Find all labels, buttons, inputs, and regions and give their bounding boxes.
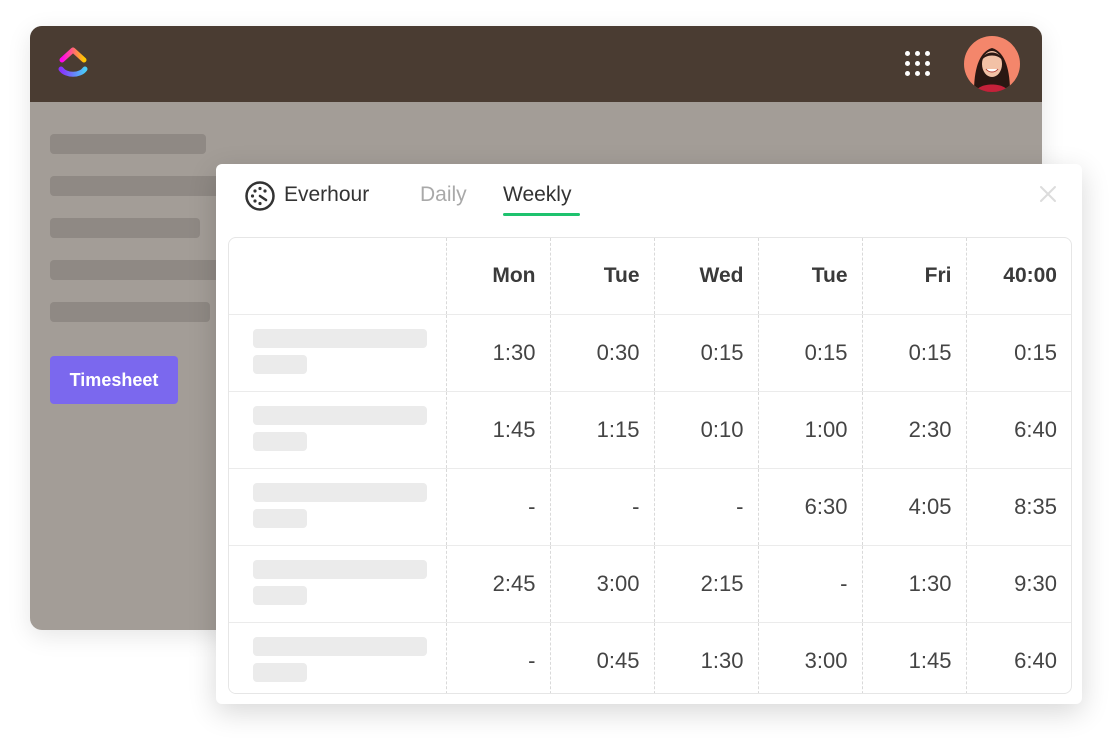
time-cell[interactable]: 1:30 <box>445 314 550 392</box>
total-cell: 8:35 <box>965 468 1071 546</box>
time-cell[interactable]: - <box>549 468 654 546</box>
app-header <box>30 26 1042 102</box>
timesheet-button[interactable]: Timesheet <box>50 356 178 404</box>
close-icon[interactable] <box>1036 182 1060 206</box>
time-cell[interactable]: 2:15 <box>653 545 758 623</box>
time-cell[interactable]: 1:15 <box>549 391 654 469</box>
table-row: - 0:45 1:30 3:00 1:45 6:40 <box>229 622 1071 693</box>
time-cell[interactable]: 1:45 <box>861 622 966 693</box>
time-cell[interactable]: 3:00 <box>549 545 654 623</box>
time-cell[interactable]: - <box>445 468 550 546</box>
time-cell[interactable]: 1:30 <box>861 545 966 623</box>
time-cell[interactable]: 2:45 <box>445 545 550 623</box>
time-cell[interactable]: - <box>445 622 550 693</box>
table-row: - - - 6:30 4:05 8:35 <box>229 468 1071 546</box>
time-cell[interactable]: 0:10 <box>653 391 758 469</box>
weekly-timesheet-table: Mon Tue Wed Tue Fri 40:00 1:30 0:30 0:15… <box>228 237 1072 694</box>
table-row: 1:45 1:15 0:10 1:00 2:30 6:40 <box>229 391 1071 469</box>
total-column-header: 40:00 <box>965 238 1071 315</box>
table-row: 2:45 3:00 2:15 - 1:30 9:30 <box>229 545 1071 623</box>
column-header: Tue <box>549 238 654 315</box>
time-cell[interactable]: - <box>757 545 862 623</box>
everhour-logo-icon <box>245 181 275 211</box>
task-cell[interactable] <box>229 622 446 693</box>
total-cell: 6:40 <box>965 391 1071 469</box>
time-cell[interactable]: 1:00 <box>757 391 862 469</box>
total-cell: 0:15 <box>965 314 1071 392</box>
time-cell[interactable]: 0:30 <box>549 314 654 392</box>
tab-daily[interactable]: Daily <box>420 183 467 207</box>
time-cell[interactable]: 0:15 <box>861 314 966 392</box>
column-header: Tue <box>757 238 862 315</box>
sidebar-placeholder <box>50 260 226 280</box>
tab-weekly[interactable]: Weekly <box>503 183 571 207</box>
column-header: Fri <box>861 238 966 315</box>
total-cell: 9:30 <box>965 545 1071 623</box>
clickup-logo-icon[interactable] <box>56 44 90 82</box>
everhour-panel: Everhour Daily Weekly Mon Tue Wed Tue Fr… <box>216 164 1082 704</box>
sidebar-placeholder <box>50 302 210 322</box>
time-cell[interactable]: - <box>653 468 758 546</box>
time-cell[interactable]: 2:30 <box>861 391 966 469</box>
time-cell[interactable]: 1:45 <box>445 391 550 469</box>
apps-grid-icon[interactable] <box>902 48 932 78</box>
column-header: Mon <box>445 238 550 315</box>
total-cell: 6:40 <box>965 622 1071 693</box>
time-cell[interactable]: 1:30 <box>653 622 758 693</box>
time-cell[interactable]: 0:45 <box>549 622 654 693</box>
avatar-image <box>964 36 1020 92</box>
task-cell[interactable] <box>229 314 446 392</box>
task-cell[interactable] <box>229 468 446 546</box>
time-cell[interactable]: 4:05 <box>861 468 966 546</box>
avatar[interactable] <box>964 36 1020 92</box>
panel-header: Everhour Daily Weekly <box>216 164 1082 224</box>
time-cell[interactable]: 6:30 <box>757 468 862 546</box>
time-cell[interactable]: 0:15 <box>653 314 758 392</box>
table-row: 1:30 0:30 0:15 0:15 0:15 0:15 <box>229 314 1071 392</box>
sidebar-placeholder <box>50 218 200 238</box>
brand-name: Everhour <box>284 183 370 206</box>
sidebar-placeholder <box>50 176 226 196</box>
task-cell[interactable] <box>229 391 446 469</box>
active-tab-indicator <box>503 213 580 216</box>
table-header-row: Mon Tue Wed Tue Fri 40:00 <box>229 238 1071 315</box>
time-cell[interactable]: 0:15 <box>757 314 862 392</box>
time-cell[interactable]: 3:00 <box>757 622 862 693</box>
sidebar-placeholder <box>50 134 206 154</box>
task-column-header <box>229 238 446 315</box>
task-cell[interactable] <box>229 545 446 623</box>
column-header: Wed <box>653 238 758 315</box>
